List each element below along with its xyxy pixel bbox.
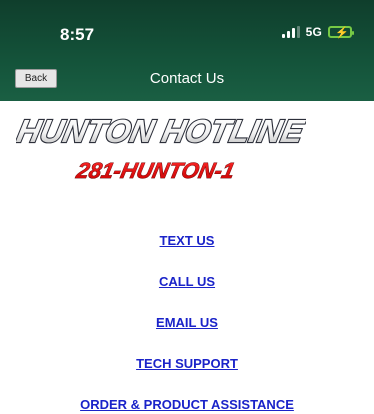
signal-icon: [281, 26, 300, 38]
link-text-us[interactable]: TEXT US: [0, 233, 374, 248]
network-type: 5G: [305, 25, 322, 39]
status-icons: 5G ⚡: [281, 25, 354, 39]
link-tech-support[interactable]: TECH SUPPORT: [0, 356, 374, 371]
nav-bar: Back Contact Us: [0, 56, 374, 101]
logo-title: HUNTON HOTLINE: [16, 113, 306, 149]
battery-charging-icon: ⚡: [328, 26, 354, 39]
app-header: 8:57 5G ⚡ Back Contact Us: [0, 0, 374, 101]
page-title: Contact Us: [149, 70, 225, 87]
status-time: 8:57: [60, 25, 95, 44]
logo-phone: 281-HUNTON-1: [74, 158, 237, 183]
link-email-us[interactable]: EMAIL US: [0, 315, 374, 330]
link-order-product-assistance[interactable]: ORDER & PRODUCT ASSISTANCE: [0, 397, 374, 412]
link-call-us[interactable]: CALL US: [0, 274, 374, 289]
status-bar: 8:57 5G ⚡: [0, 0, 374, 56]
hunton-hotline-logo: HUNTON HOTLINE 281-HUNTON-1: [16, 112, 306, 183]
